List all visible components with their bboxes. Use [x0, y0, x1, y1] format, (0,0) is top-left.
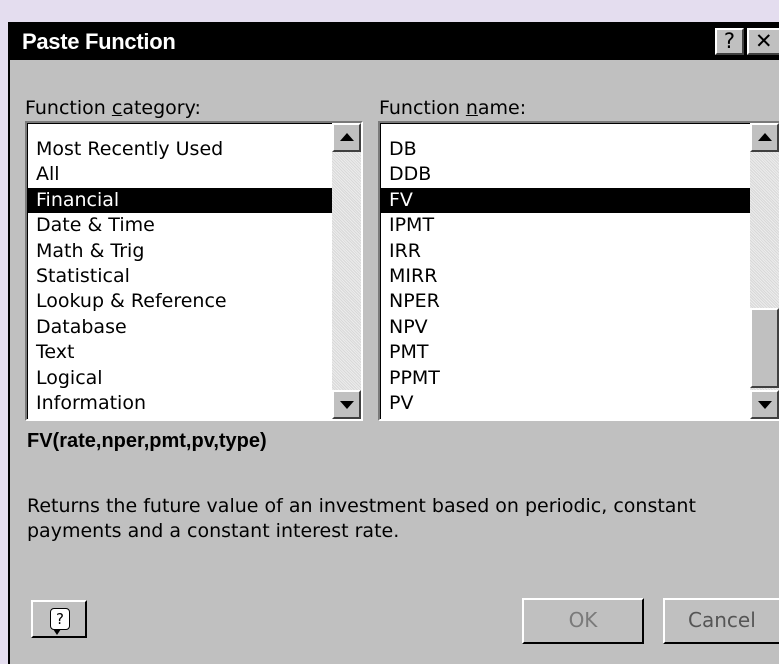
category-list-item[interactable]: Math & Trig: [28, 239, 332, 264]
function-list: DB DDB FV IPMT IRR MIRR NPER NPV PMT PPMT PV: [381, 137, 750, 416]
function-list-item[interactable]: NPER: [381, 289, 750, 314]
ok-button[interactable]: OK: [522, 598, 644, 644]
close-button[interactable]: ✕: [747, 28, 779, 55]
category-list-item[interactable]: Financial: [28, 187, 332, 214]
function-category-label: Function category:: [25, 97, 201, 119]
function-list-item[interactable]: PV: [381, 391, 750, 416]
category-list-item[interactable]: Date & Time: [28, 213, 332, 238]
help-balloon-icon: ?: [50, 608, 70, 635]
category-list-item[interactable]: Text: [28, 340, 332, 365]
paste-function-dialog: Paste Function ? ✕ Function category: Fu…: [8, 22, 779, 664]
function-name-listbox[interactable]: DB DDB FV IPMT IRR MIRR NPER NPV PMT PPMT PV: [378, 121, 779, 421]
function-list-item[interactable]: IRR: [381, 239, 750, 264]
function-scroll-thumb[interactable]: [750, 308, 779, 388]
category-scroll-up-button[interactable]: [332, 123, 361, 152]
up-arrow-icon: [758, 133, 772, 141]
office-assistant-help-button[interactable]: ?: [31, 600, 87, 638]
cancel-button[interactable]: Cancel: [663, 598, 779, 644]
function-description: Returns the future value of an investmen…: [27, 495, 696, 542]
function-list-item[interactable]: NPV: [381, 315, 750, 340]
function-scroll-down-button[interactable]: [750, 390, 779, 419]
function-syntax: FV(rate,nper,pmt,pv,type): [27, 430, 267, 452]
category-list-item[interactable]: Statistical: [28, 264, 332, 289]
title-bar: Paste Function ? ✕: [10, 24, 779, 60]
category-list-item[interactable]: Lookup & Reference: [28, 289, 332, 314]
category-scroll-down-button[interactable]: [332, 390, 361, 419]
down-arrow-icon: [340, 401, 354, 409]
function-list-item[interactable]: DDB: [381, 162, 750, 187]
category-list-item[interactable]: Most Recently Used: [28, 137, 332, 162]
category-scrollbar[interactable]: [332, 123, 361, 419]
function-list-item[interactable]: MIRR: [381, 264, 750, 289]
up-arrow-icon: [340, 133, 354, 141]
function-scroll-up-button[interactable]: [750, 123, 779, 152]
category-list: Most Recently Used All Financial Date & Tim…: [28, 137, 332, 416]
function-list-item[interactable]: DB: [381, 137, 750, 162]
category-list-item[interactable]: Database: [28, 315, 332, 340]
function-list-item[interactable]: PPMT: [381, 366, 750, 391]
function-category-listbox[interactable]: Most Recently Used All Financial Date & Tim…: [25, 121, 363, 421]
function-list-item[interactable]: IPMT: [381, 213, 750, 238]
function-name-label: Function name:: [379, 97, 527, 119]
title-help-button[interactable]: ?: [715, 28, 744, 55]
function-scrollbar[interactable]: [750, 123, 779, 419]
category-list-item[interactable]: Information: [28, 391, 332, 416]
function-list-item[interactable]: FV: [381, 187, 750, 214]
dialog-title: Paste Function: [22, 29, 176, 54]
category-list-item[interactable]: All: [28, 162, 332, 187]
function-list-item[interactable]: PMT: [381, 340, 750, 365]
down-arrow-icon: [758, 401, 772, 409]
category-list-item[interactable]: Logical: [28, 366, 332, 391]
